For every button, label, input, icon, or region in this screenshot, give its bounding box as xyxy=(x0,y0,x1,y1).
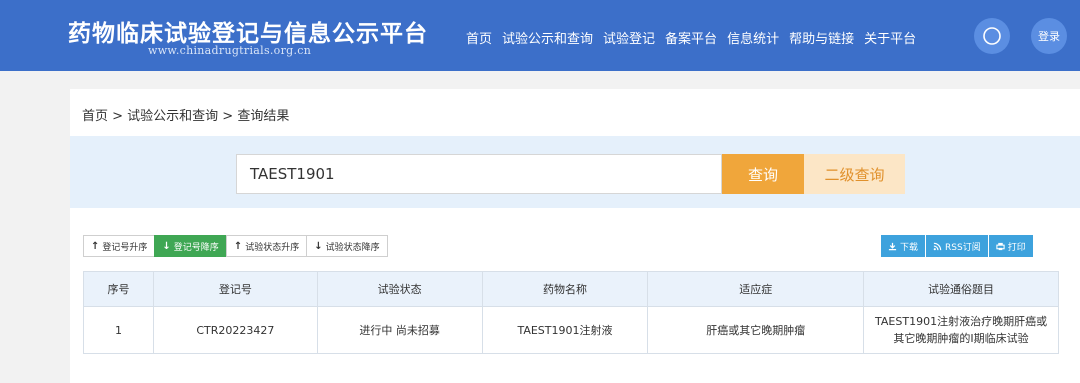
arrow-down-icon: ↓ xyxy=(314,240,323,252)
cell-indication: 肝癌或其它晚期肿瘤 xyxy=(647,306,865,354)
search-input[interactable]: TAEST1901 xyxy=(236,154,722,194)
secondary-query-button[interactable]: 二级查询 xyxy=(804,154,905,194)
arrow-up-icon: ↑ xyxy=(233,240,243,252)
download-icon xyxy=(888,242,897,250)
table-header-row: 序号 登记号 试验状态 药物名称 适应症 试验通俗题目 xyxy=(83,271,1059,307)
sort-reg-desc-button[interactable]: ↓ 登记号降序 xyxy=(154,235,227,257)
nav-item-help-links[interactable]: 帮助与链接 xyxy=(789,28,854,47)
sort-label: 登记号降序 xyxy=(173,242,219,253)
col-header-indication: 适应症 xyxy=(647,271,865,307)
download-button[interactable]: 下载 xyxy=(881,235,926,257)
rss-button[interactable]: RSS订阅 xyxy=(926,235,988,257)
col-header-title: 试验通俗题目 xyxy=(863,271,1059,307)
cell-index: 1 xyxy=(83,306,154,354)
sort-status-asc-button[interactable]: ↑ 试验状态升序 xyxy=(225,235,308,257)
sort-status-desc-button[interactable]: ↓ 试验状态降序 xyxy=(306,235,388,257)
col-header-index: 序号 xyxy=(83,271,154,307)
rss-label: RSS订阅 xyxy=(945,242,981,253)
nav-item-trial-search[interactable]: 试验公示和查询 xyxy=(502,28,593,47)
site-logo-url: www.chinadrugtrials.org.cn xyxy=(148,44,312,57)
cell-drug-name: TAEST1901注射液 xyxy=(481,306,649,354)
login-button[interactable]: 登录 xyxy=(1031,18,1067,54)
print-button[interactable]: 打印 xyxy=(988,235,1033,257)
print-label: 打印 xyxy=(1007,242,1026,253)
breadcrumb[interactable]: 首页 > 试验公示和查询 > 查询结果 xyxy=(82,105,289,124)
col-header-status: 试验状态 xyxy=(316,271,483,307)
sort-label: 试验状态升序 xyxy=(245,242,300,253)
print-icon xyxy=(996,242,1005,250)
search-band: TAEST1901 查询 二级查询 xyxy=(70,136,1080,208)
results-panel: 首页 > 试验公示和查询 > 查询结果 TAEST1901 查询 二级查询 ↑ … xyxy=(70,89,1080,383)
nav-item-filing-platform[interactable]: 备案平台 xyxy=(665,28,717,47)
query-button[interactable]: 查询 xyxy=(722,154,804,194)
col-header-reg-no: 登记号 xyxy=(152,271,318,307)
sort-label: 登记号升序 xyxy=(102,242,148,253)
rss-icon xyxy=(933,242,942,250)
nav-item-statistics[interactable]: 信息统计 xyxy=(727,28,779,47)
cell-status: 进行中 尚未招募 xyxy=(316,306,483,354)
nav-item-about[interactable]: 关于平台 xyxy=(864,28,916,47)
arrow-down-icon: ↓ xyxy=(162,240,171,252)
table-row[interactable]: 1 CTR20223427 进行中 尚未招募 TAEST1901注射液 肝癌或其… xyxy=(83,306,1059,354)
download-label: 下载 xyxy=(900,242,919,253)
cell-title[interactable]: TAEST1901注射液治疗晚期肝癌或其它晚期肿瘤的I期临床试验 xyxy=(863,306,1059,354)
results-table: 序号 登记号 试验状态 药物名称 适应症 试验通俗题目 1 CTR2022342… xyxy=(83,271,1059,354)
arrow-up-icon: ↑ xyxy=(91,240,100,252)
sort-buttons: ↑ 登记号升序 ↓ 登记号降序 ↑ 试验状态升序 ↓ 试验状态降序 xyxy=(83,235,388,257)
sort-reg-asc-button[interactable]: ↑ 登记号升序 xyxy=(83,235,156,257)
cell-reg-no[interactable]: CTR20223427 xyxy=(152,306,318,354)
site-header: 药物临床试验登记与信息公示平台 www.chinadrugtrials.org.… xyxy=(0,0,1080,71)
sort-label: 试验状态降序 xyxy=(325,242,380,253)
nav-item-home[interactable]: 首页 xyxy=(466,28,492,47)
col-header-drug-name: 药物名称 xyxy=(481,271,649,307)
header-search-button[interactable] xyxy=(974,18,1010,54)
action-buttons: 下载 RSS订阅 打印 xyxy=(881,235,1033,257)
nav-item-trial-registration[interactable]: 试验登记 xyxy=(603,28,655,47)
site-logo-title[interactable]: 药物临床试验登记与信息公示平台 xyxy=(68,14,428,48)
main-nav: 首页 试验公示和查询 试验登记 备案平台 信息统计 帮助与链接 关于平台 xyxy=(466,28,926,47)
search-icon xyxy=(983,27,1001,45)
